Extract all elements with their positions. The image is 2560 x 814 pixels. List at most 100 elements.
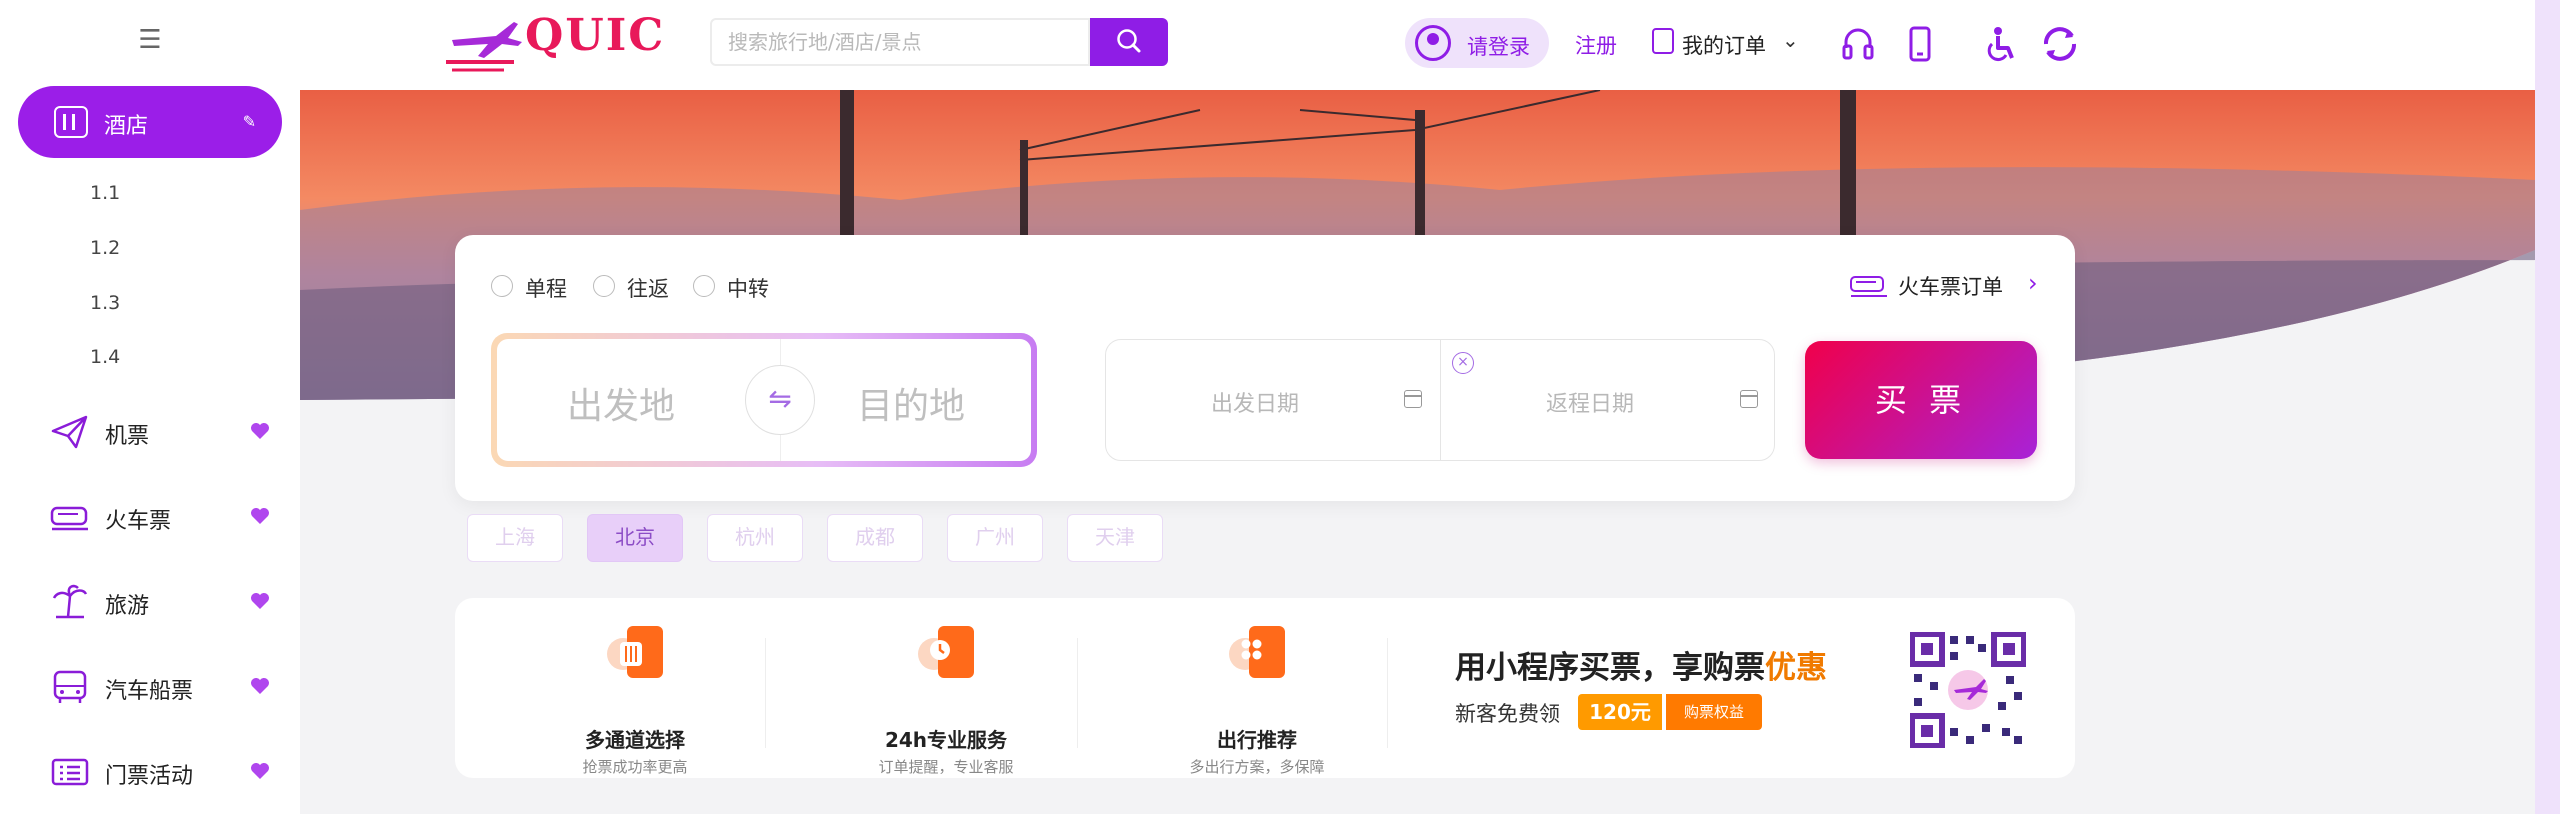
ticket-search-panel: 单程 往返 中转 火车票订单 › 出发地 目的地 ⇋ 出发日期 × 返程日期 买… [455, 235, 2075, 501]
feature-travel-recommend: 出行推荐 多出行方案，多保障 [1107, 624, 1407, 776]
sidebar-subitem[interactable]: 1.2 [90, 237, 120, 259]
radio-label: 往返 [627, 277, 669, 301]
feature-title: 24h专业服务 [884, 728, 1008, 752]
accessibility-icon[interactable] [1980, 24, 2020, 64]
city-chip[interactable]: 天津 [1067, 514, 1163, 562]
train-icon [50, 506, 88, 531]
train-orders-link[interactable]: 火车票订单 › [1850, 269, 2050, 303]
promo-title-highlight: 优惠 [1765, 650, 1827, 686]
login-label: 请登录 [1467, 35, 1530, 59]
feature-divider [1387, 638, 1388, 748]
departure-city-input[interactable]: 出发地 [567, 377, 675, 429]
sidebar-item-label: 酒店 [104, 114, 149, 139]
multi-channel-icon [607, 626, 663, 678]
bus-icon [53, 670, 87, 703]
menu-toggle-icon[interactable]: ☰ [138, 27, 162, 53]
promo-subtitle: 新客免费领 [1455, 702, 1560, 726]
city-chip[interactable]: 广州 [947, 514, 1043, 562]
date-selector: 出发日期 × 返程日期 [1105, 339, 1775, 461]
sidebar-item-travel[interactable]: 旅游 [50, 582, 270, 622]
sidebar-item-hotel[interactable]: 酒店 ✎ [18, 86, 282, 158]
sidebar-item-label: 旅游 [105, 594, 150, 619]
feature-desc: 订单提醒，专业客服 [878, 758, 1014, 776]
mini-program-qr-code[interactable] [1910, 632, 2026, 748]
swap-cities-icon[interactable]: ⇋ [745, 365, 815, 435]
radio-label: 中转 [727, 277, 769, 301]
calendar-icon[interactable] [1740, 390, 1758, 408]
city-chip-active[interactable]: 北京 [587, 514, 683, 562]
radio-circle [593, 275, 615, 297]
promo-title: 用小程序买票，享购票优惠 [1455, 642, 1827, 687]
logo-text[interactable]: QUIC [525, 10, 665, 61]
buy-ticket-button[interactable]: 买 票 [1805, 341, 2037, 459]
edit-icon[interactable]: ✎ [243, 112, 256, 131]
ticket-icon [51, 758, 89, 786]
feature-desc: 抢票成功率更高 [582, 758, 688, 776]
feature-multi-channel: 多通道选择 抢票成功率更高 [485, 624, 785, 776]
coupon-tag: 购票权益 [1666, 694, 1762, 730]
chevron-right-icon: › [2028, 269, 2038, 297]
feature-divider [765, 638, 766, 748]
heart-icon[interactable] [250, 422, 270, 440]
search-icon [1117, 29, 1141, 53]
feature-divider [1077, 638, 1078, 748]
departure-date-input[interactable]: 出发日期 [1211, 386, 1299, 418]
page-scrollbar[interactable] [2535, 0, 2560, 814]
calendar-icon[interactable] [1404, 390, 1422, 408]
order-list-icon [1652, 28, 1674, 54]
feature-title: 多通道选择 [585, 728, 685, 752]
feature-title: 出行推荐 [1217, 728, 1297, 752]
heart-icon[interactable] [250, 507, 270, 525]
promo-title-main: 用小程序买票，享购票 [1455, 650, 1765, 686]
clear-icon[interactable]: × [1452, 352, 1474, 374]
feature-desc: 多出行方案，多保障 [1189, 758, 1325, 776]
route-selector: 出发地 目的地 ⇋ [491, 333, 1037, 467]
sidebar-item-label: 机票 [105, 424, 150, 449]
city-chip[interactable]: 成都 [827, 514, 923, 562]
heart-icon[interactable] [250, 677, 270, 695]
city-chip[interactable]: 上海 [467, 514, 563, 562]
sidebar-item-label: 汽车船票 [105, 679, 194, 704]
radio-label: 单程 [525, 277, 567, 301]
sidebar-item-train[interactable]: 火车票 [50, 497, 270, 537]
sidebar-subitem[interactable]: 1.3 [90, 292, 120, 314]
headset-icon[interactable] [1838, 24, 1878, 64]
radio-circle [491, 275, 513, 297]
sidebar-item-tickets[interactable]: 门票活动 [50, 752, 270, 792]
user-avatar-icon [1415, 25, 1451, 61]
my-orders-label: 我的订单 [1682, 34, 1766, 58]
chevron-down-icon: ⌄ [1782, 28, 1799, 52]
sidebar-subitem[interactable]: 1.1 [90, 182, 120, 204]
sidebar-item-label: 火车票 [105, 509, 172, 534]
login-button[interactable]: 请登录 [1405, 18, 1549, 68]
heart-icon[interactable] [250, 762, 270, 780]
palm-tree-icon [52, 584, 88, 619]
refresh-icon[interactable] [2040, 24, 2080, 64]
sidebar-subitem[interactable]: 1.4 [90, 346, 120, 368]
coupon-amount: 120元 [1578, 694, 1662, 730]
promo-panel: 多通道选择 抢票成功率更高 24h专业服务 订单提醒，专业客服 出行推荐 多出行… [455, 598, 2075, 778]
sidebar-item-bus[interactable]: 汽车船票 [50, 667, 270, 707]
airplane-logo-icon[interactable] [444, 12, 524, 74]
search-input[interactable]: 搜索旅行地/酒店/景点 [710, 18, 1090, 66]
top-header: QUIC 搜索旅行地/酒店/景点 请登录 注册 我的订单 ⌄ [300, 0, 2560, 90]
train-icon [1850, 276, 1887, 297]
heart-icon[interactable] [250, 592, 270, 610]
sidebar-item-flights[interactable]: 机票 [50, 412, 270, 452]
feature-24h-service: 24h专业服务 订单提醒，专业客服 [796, 624, 1096, 776]
mobile-phone-icon[interactable] [1900, 24, 1940, 64]
date-divider [1440, 340, 1441, 460]
sidebar: ☰ 酒店 ✎ 1.1 1.2 1.3 1.4 机票 火车票 旅游 汽车船票 门票… [0, 0, 300, 814]
train-orders-label: 火车票订单 [1898, 275, 2003, 299]
destination-city-input[interactable]: 目的地 [857, 377, 965, 429]
travel-recommend-icon [1229, 626, 1285, 678]
register-link[interactable]: 注册 [1575, 30, 1617, 60]
hotel-icon [54, 106, 88, 138]
sidebar-item-label: 门票活动 [105, 764, 194, 789]
search-button[interactable] [1090, 18, 1168, 66]
city-chip[interactable]: 杭州 [707, 514, 803, 562]
return-date-input[interactable]: 返程日期 [1546, 386, 1634, 418]
24h-service-icon [918, 626, 974, 678]
my-orders-dropdown[interactable]: 我的订单 ⌄ [1652, 26, 1802, 62]
radio-circle [693, 275, 715, 297]
